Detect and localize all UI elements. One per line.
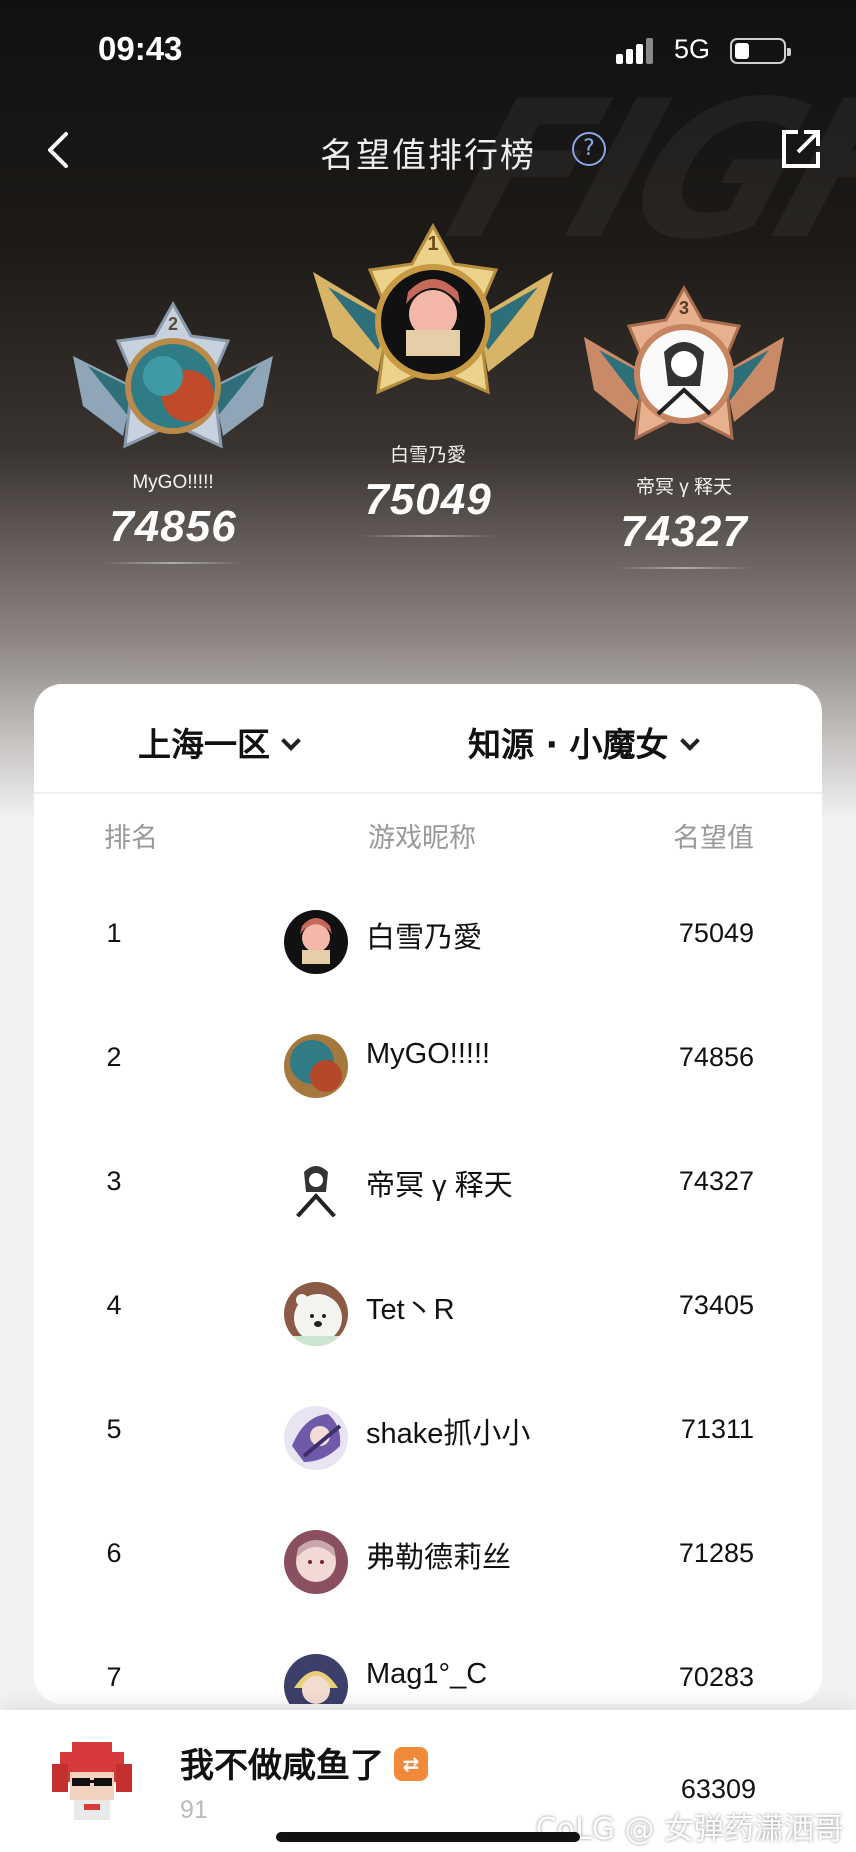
my-nickname-text: 我不做咸鱼了 (180, 1746, 384, 1786)
filter-bar: 上海一区 知源 · 小魔女 (34, 684, 822, 794)
podium-third-divider (614, 567, 754, 569)
my-rank-bar[interactable]: 我不做咸鱼了 ⇄ 91 63309 CoLG @ 女弹药潇洒哥 (0, 1710, 856, 1852)
table-row[interactable]: 1 白雪乃愛 75049 (34, 884, 822, 1008)
sketch-avatar (284, 1158, 348, 1222)
table-row[interactable]: 3 帝冥 γ 释天 74327 (34, 1132, 822, 1256)
table-row[interactable]: 4 Tet丶R 73405 (34, 1256, 822, 1380)
hero-dropdown[interactable]: 知源 · 小魔女 (468, 718, 700, 766)
chevron-down-icon (281, 731, 301, 751)
row-nickname: 弗勒德莉丝 (366, 1542, 512, 1574)
chevron-down-icon (679, 731, 700, 751)
table-header: 排名 游戏昵称 名望值 (34, 816, 822, 856)
podium-second-name: MyGO!!!!! (132, 472, 214, 493)
table-row[interactable]: 5 shake抓小小 71311 (34, 1380, 822, 1504)
row-rank: 4 (106, 1290, 122, 1320)
row-score: 71285 (678, 1538, 754, 1568)
row-rank: 5 (106, 1414, 122, 1444)
row-score: 74856 (678, 1042, 754, 1072)
gold-rank-badge: 1 (308, 222, 558, 434)
swap-icon[interactable]: ⇄ (394, 1746, 428, 1781)
row-rank: 1 (106, 918, 122, 948)
nav-bar: 名望值排行榜 ? (0, 110, 856, 190)
blonde-character-avatar (284, 1654, 348, 1704)
podium-second[interactable]: 2 MyGO!!!!! 74856 (53, 296, 293, 564)
help-button[interactable]: ? (572, 132, 606, 166)
row-nickname: Mag1°_C (366, 1658, 488, 1690)
signal-icon (616, 38, 660, 64)
row-nickname: 帝冥 γ 释天 (366, 1170, 513, 1202)
my-avatar (46, 1734, 138, 1826)
region-dropdown[interactable]: 上海一区 (138, 718, 301, 766)
row-score: 73405 (678, 1290, 754, 1320)
podium-third-name: 帝冥 γ 释天 (635, 477, 733, 498)
row-nickname: shake抓小小 (366, 1418, 531, 1450)
header-nickname: 游戏昵称 (368, 823, 476, 854)
podium-second-place-label: 2 (168, 314, 178, 334)
podium-second-score: 74856 (109, 502, 237, 551)
my-nickname: 我不做咸鱼了 ⇄ (180, 1738, 428, 1787)
anime-girl-avatar (284, 910, 348, 974)
leaderboard-card: 上海一区 知源 · 小魔女 排名 游戏昵称 名望值 1 白雪乃愛 75049 2… (34, 684, 822, 1704)
podium-first-place-label: 1 (427, 233, 438, 255)
row-nickname: 白雪乃愛 (366, 922, 483, 954)
row-nickname: MyGO!!!!! (366, 1038, 491, 1070)
battery-icon (730, 38, 791, 64)
row-nickname: Tet丶R (366, 1294, 455, 1326)
podium-first[interactable]: 1 白雪乃愛 75049 (308, 222, 553, 537)
purple-character-avatar (284, 1406, 348, 1470)
white-bear-avatar (284, 1282, 348, 1346)
row-rank: 6 (106, 1538, 122, 1568)
share-button[interactable] (778, 126, 824, 172)
watermark: CoLG @ 女弹药潇洒哥 (535, 1812, 844, 1847)
ranking-list: 1 白雪乃愛 75049 2 MyGO!!!!! 74856 3 帝冥 γ 释天… (34, 884, 822, 1704)
podium-first-score: 75049 (364, 475, 492, 524)
status-bar: 09:43 5G (0, 0, 856, 100)
bronze-rank-badge: 3 (574, 282, 794, 466)
row-rank: 7 (106, 1662, 122, 1692)
page-title: 名望值排行榜 (320, 136, 536, 176)
podium-third-score: 74327 (620, 507, 748, 556)
header-score: 名望值 (673, 823, 754, 854)
row-rank: 3 (106, 1166, 122, 1196)
row-rank: 2 (106, 1042, 122, 1072)
row-score: 74327 (678, 1166, 754, 1196)
table-row[interactable]: 2 MyGO!!!!! 74856 (34, 1008, 822, 1132)
row-score: 71311 (680, 1414, 754, 1444)
teal-hair-avatar (284, 1034, 348, 1098)
share-icon (782, 130, 820, 168)
podium-third-place-label: 3 (679, 298, 689, 318)
my-score: 63309 (680, 1774, 756, 1804)
podium-third[interactable]: 3 帝冥 γ 释天 74327 (564, 282, 804, 569)
podium-first-divider (358, 535, 498, 537)
region-dropdown-label: 上海一区 (138, 725, 270, 764)
header-rank: 排名 (104, 823, 158, 854)
my-rank: 91 (180, 1796, 208, 1824)
home-indicator[interactable] (276, 1832, 580, 1842)
status-time: 09:43 (98, 30, 183, 67)
hero-dropdown-label: 知源 · 小魔女 (468, 725, 669, 764)
network-label: 5G (674, 34, 711, 64)
silver-rank-badge: 2 (63, 296, 283, 466)
podium-first-name: 白雪乃愛 (389, 445, 466, 466)
table-row[interactable]: 7 Mag1°_C 70283 (34, 1628, 822, 1704)
row-score: 70283 (678, 1662, 754, 1692)
podium-second-divider (103, 562, 243, 564)
pink-character-avatar (284, 1530, 348, 1594)
row-score: 75049 (678, 918, 754, 948)
table-row[interactable]: 6 弗勒德莉丝 71285 (34, 1504, 822, 1628)
